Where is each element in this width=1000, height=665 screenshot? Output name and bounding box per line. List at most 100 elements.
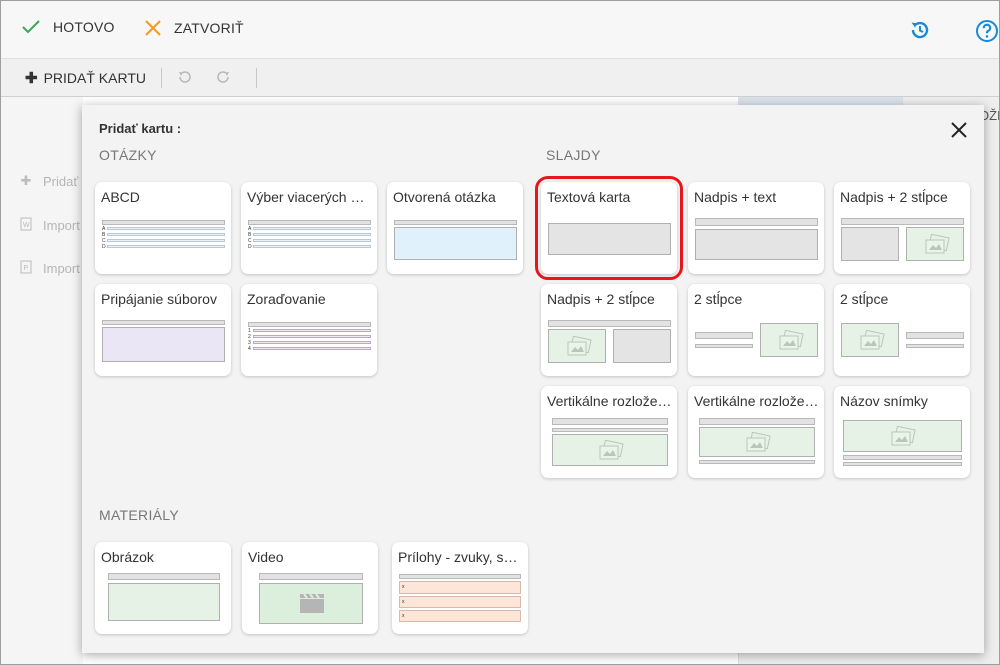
- card-label: Nadpis + 2 stĺpce: [547, 291, 655, 307]
- section-title-questions: OTÁZKY: [99, 147, 157, 163]
- thumb-text-block: [548, 223, 671, 255]
- thumb-answer-line: [107, 227, 225, 230]
- thumb-text-block: [841, 227, 899, 261]
- thumb-order-line: [253, 341, 371, 344]
- image-placeholder-icon: [567, 336, 592, 356]
- card-vertical-layout-image-top[interactable]: Vertikálne rozloženie: [688, 386, 824, 478]
- card-multiple-choice[interactable]: Výber viacerých možností A B C D: [241, 182, 377, 274]
- thumb-answer-line: [253, 233, 371, 236]
- card-label: Obrázok: [101, 549, 154, 565]
- history-button[interactable]: [909, 19, 931, 46]
- card-video[interactable]: Video: [242, 542, 378, 634]
- card-label: Zoraďovanie: [247, 291, 326, 307]
- thumb-text-bar: [699, 460, 815, 464]
- card-vertical-layout[interactable]: Vertikálne rozloženie: [541, 386, 677, 478]
- svg-text:P: P: [24, 265, 29, 272]
- image-placeholder-icon: [891, 426, 916, 446]
- history-icon: [911, 21, 929, 39]
- video-clapper-icon: [300, 593, 324, 613]
- thumb-answer-line: [107, 233, 225, 236]
- card-label: 2 stĺpce: [694, 291, 743, 307]
- thumb-text-bar: [906, 344, 964, 348]
- card-title-text[interactable]: Nadpis + text: [688, 182, 824, 274]
- thumb-attachment-row: x: [399, 596, 521, 608]
- thumb-text-bar: [843, 462, 962, 466]
- thumb-order-line: [253, 335, 371, 338]
- thumb-image-block: [843, 420, 962, 452]
- thumb-letter: D: [248, 244, 252, 250]
- card-text-card[interactable]: Textová karta: [535, 176, 683, 280]
- thumb-text-block: [695, 229, 818, 260]
- card-two-columns-image-left[interactable]: 2 stĺpce: [834, 284, 970, 376]
- thumb-attachment-row: x: [399, 610, 521, 622]
- thumb-image-block: [699, 427, 815, 457]
- card-two-columns[interactable]: 2 stĺpce: [688, 284, 824, 376]
- undo-button[interactable]: [177, 70, 191, 89]
- thumb-answer-line: [107, 239, 225, 242]
- card-abcd[interactable]: ABCD A B C D: [95, 182, 231, 274]
- thumb-number: 4: [248, 346, 251, 352]
- card-label: Názov snímky: [840, 393, 928, 409]
- card-label: Video: [248, 549, 284, 565]
- card-image[interactable]: Obrázok: [95, 542, 231, 634]
- section-title-slides: SLAJDY: [546, 147, 601, 163]
- card-open-question[interactable]: Otvorená otázka: [387, 182, 523, 274]
- thumb-title-bar: [552, 418, 668, 425]
- image-placeholder-icon: [860, 330, 885, 350]
- redo-icon: [217, 71, 229, 83]
- card-title-two-columns[interactable]: Nadpis + 2 stĺpce: [834, 182, 970, 274]
- image-placeholder-icon: [746, 432, 771, 452]
- thumb-title-bar: [841, 218, 964, 225]
- bg-import-label: Import: [43, 218, 80, 233]
- bg-import-word-item[interactable]: W Import: [19, 217, 80, 234]
- card-slide-title[interactable]: Názov snímky: [834, 386, 970, 478]
- bg-add-item[interactable]: ✚ Pridať: [19, 173, 79, 189]
- undo-icon: [179, 71, 191, 83]
- help-button[interactable]: [975, 19, 999, 48]
- thumb-attachment-mark: x: [402, 584, 405, 590]
- close-icon: [951, 122, 967, 138]
- thumb-text-bar: [695, 332, 753, 339]
- thumb-answer-line: [253, 245, 371, 248]
- thumb-text-bar: [695, 344, 753, 348]
- card-file-attachment[interactable]: Pripájanie súborov: [95, 284, 231, 376]
- thumb-title-bar: [108, 573, 220, 580]
- top-toolbar: HOTOVO ZATVORIŤ: [1, 1, 999, 59]
- card-ordering[interactable]: Zoraďovanie 1 2 3 4: [241, 284, 377, 376]
- card-label: Nadpis + text: [694, 189, 777, 205]
- close-editor-label: ZATVORIŤ: [174, 20, 244, 36]
- card-label: Nadpis + 2 stĺpce: [840, 189, 948, 205]
- dialog-close-button[interactable]: [948, 119, 970, 141]
- card-label: Vertikálne rozloženie: [694, 393, 820, 409]
- thumb-text-area: [394, 227, 517, 260]
- thumb-title-bar: [699, 418, 815, 425]
- thumb-title-bar: [248, 322, 371, 327]
- thumb-text-block: [613, 329, 671, 363]
- thumb-attachment-mark: x: [402, 599, 405, 605]
- thumb-image-block: [760, 323, 818, 357]
- redo-button[interactable]: [217, 70, 231, 89]
- card-attachments[interactable]: Prílohy - zvuky, súbory x x x: [392, 542, 528, 634]
- thumb-upload-area: [102, 327, 225, 362]
- thumb-title-bar: [695, 218, 818, 226]
- card-label: 2 stĺpce: [840, 291, 889, 307]
- app-frame: HOTOVO ZATVORIŤ ✚ PRIDAŤ KARTU ✚ Pridať …: [0, 0, 1000, 665]
- card-title-two-columns-image-left[interactable]: Nadpis + 2 stĺpce: [541, 284, 677, 376]
- thumb-title-bar: [548, 320, 671, 327]
- thumb-title-bar: [248, 220, 371, 225]
- card-label: Prílohy - zvuky, súbory: [398, 549, 524, 565]
- word-file-icon: W: [19, 217, 33, 234]
- add-card-label: PRIDAŤ KARTU: [43, 70, 147, 86]
- thumb-image-block: [906, 227, 964, 261]
- done-button[interactable]: HOTOVO: [21, 19, 115, 35]
- thumb-text-bar: [906, 332, 964, 339]
- close-x-icon: [145, 20, 161, 36]
- add-card-button[interactable]: ✚ PRIDAŤ KARTU: [25, 69, 146, 87]
- bg-import-ppt-item[interactable]: P Import: [19, 260, 80, 277]
- thumb-letter: D: [102, 244, 106, 250]
- thumb-title-bar: [102, 220, 225, 225]
- close-editor-button[interactable]: ZATVORIŤ: [144, 19, 244, 37]
- help-icon: [976, 20, 998, 42]
- card-label: Textová karta: [547, 189, 631, 205]
- svg-text:W: W: [23, 222, 30, 229]
